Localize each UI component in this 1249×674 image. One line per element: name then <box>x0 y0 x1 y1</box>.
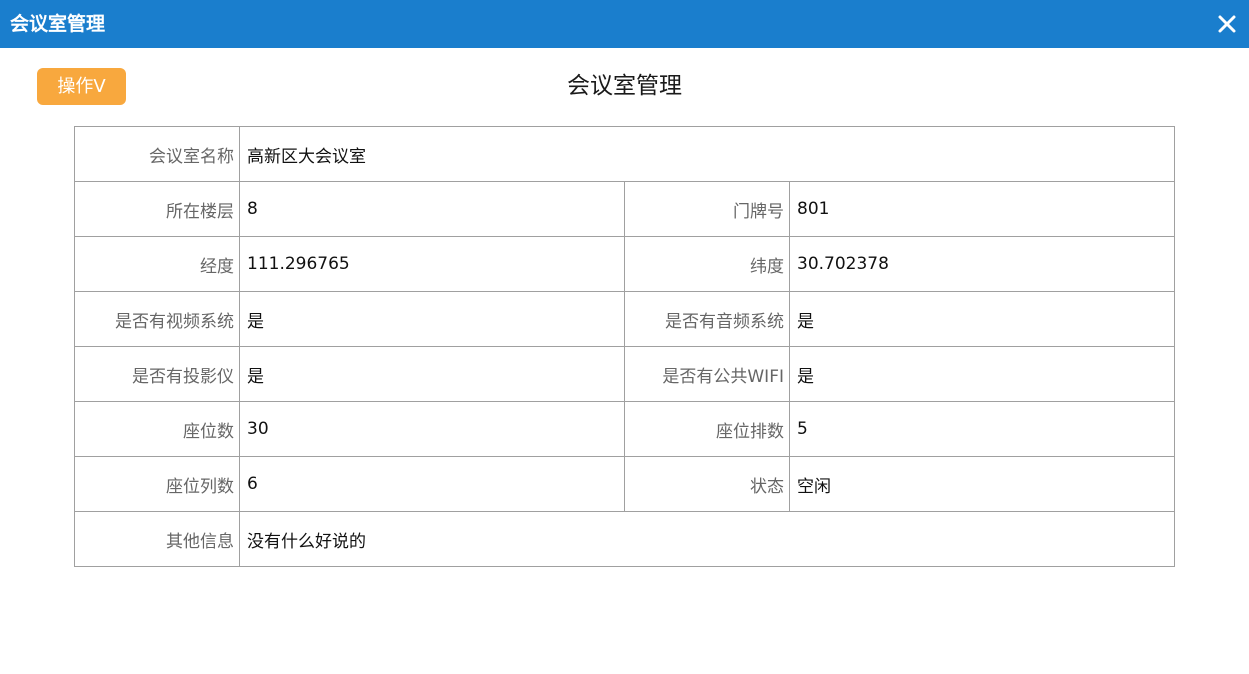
page-title: 会议室管理 <box>567 73 682 99</box>
dialog-title: 会议室管理 <box>10 13 106 35</box>
seat-rows-label: 座位排数 <box>624 401 790 457</box>
close-icon[interactable] <box>1217 11 1237 35</box>
room-name-label: 会议室名称 <box>74 126 240 182</box>
floor-value: 8 <box>239 181 625 237</box>
seat-count-value: 30 <box>239 401 625 457</box>
table-row: 会议室名称 高新区大会议室 <box>74 126 1176 182</box>
door-number-value: 801 <box>788 181 1176 237</box>
seat-columns-value: 6 <box>239 456 625 512</box>
latitude-label: 纬度 <box>624 236 790 292</box>
seat-columns-label: 座位列数 <box>74 456 240 512</box>
table-row: 是否有投影仪 是 是否有公共WIFI 是 <box>74 346 1176 402</box>
audio-system-label: 是否有音频系统 <box>624 291 790 347</box>
video-system-value: 是 <box>239 291 625 347</box>
longitude-value: 111.296765 <box>239 236 625 292</box>
meeting-room-dialog: 会议室管理 操作V 会议室管理 会议室名称 高新区大会议室 所在楼层 8 门牌号… <box>0 0 1249 674</box>
projector-label: 是否有投影仪 <box>74 346 240 402</box>
wifi-value: 是 <box>788 346 1176 402</box>
other-info-value: 没有什么好说的 <box>238 511 1176 567</box>
longitude-label: 经度 <box>74 236 240 292</box>
room-info-table: 会议室名称 高新区大会议室 所在楼层 8 门牌号 801 经度 111.2967… <box>74 126 1176 567</box>
wifi-label: 是否有公共WIFI <box>624 346 790 402</box>
status-label: 状态 <box>624 456 790 512</box>
status-value: 空闲 <box>788 456 1176 512</box>
video-system-label: 是否有视频系统 <box>74 291 240 347</box>
table-row: 所在楼层 8 门牌号 801 <box>74 181 1176 237</box>
dialog-titlebar: 会议室管理 <box>0 0 1249 48</box>
room-name-value: 高新区大会议室 <box>238 126 1176 182</box>
audio-system-value: 是 <box>788 291 1176 347</box>
seat-rows-value: 5 <box>788 401 1176 457</box>
door-number-label: 门牌号 <box>624 181 790 237</box>
other-info-label: 其他信息 <box>74 511 240 567</box>
seat-count-label: 座位数 <box>74 401 240 457</box>
floor-label: 所在楼层 <box>74 181 240 237</box>
table-row: 其他信息 没有什么好说的 <box>74 511 1176 567</box>
latitude-value: 30.702378 <box>788 236 1176 292</box>
table-row: 经度 111.296765 纬度 30.702378 <box>74 236 1176 292</box>
table-row: 是否有视频系统 是 是否有音频系统 是 <box>74 291 1176 347</box>
table-row: 座位列数 6 状态 空闲 <box>74 456 1176 512</box>
projector-value: 是 <box>239 346 625 402</box>
table-row: 座位数 30 座位排数 5 <box>74 401 1176 457</box>
